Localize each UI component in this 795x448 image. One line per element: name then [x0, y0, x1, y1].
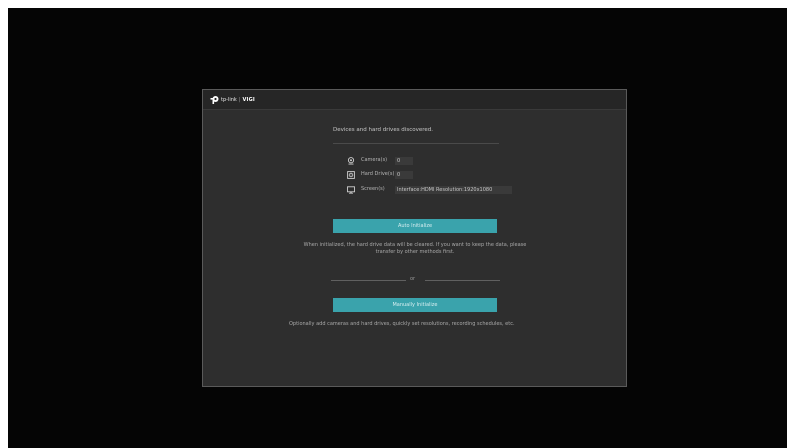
screen-background: tp-link | VIGI Devices and hard drives d… — [8, 8, 787, 448]
tp-link-logo-icon — [210, 96, 219, 104]
brand-company: tp-link — [221, 97, 237, 103]
brand-product: VIGI — [242, 97, 255, 103]
hard-drive-icon — [347, 170, 355, 179]
device-row-cameras: Camera(s) 0 — [347, 156, 413, 165]
separator-line-left — [331, 280, 406, 281]
auto-initialize-button[interactable]: Auto Initialize — [333, 219, 497, 233]
camera-icon — [347, 156, 355, 165]
separator-line-right — [425, 280, 500, 281]
initialization-dialog: tp-link | VIGI Devices and hard drives d… — [202, 89, 627, 387]
dialog-titlebar: tp-link | VIGI — [203, 90, 626, 110]
brand-logo: tp-link | VIGI — [210, 95, 255, 105]
hard-drives-label: Hard Drive(s) — [361, 171, 395, 177]
screens-info: Interface:HDMI Resolution:1920x1080 — [395, 185, 512, 194]
separator-or-text: or — [410, 276, 416, 282]
brand-separator: | — [238, 97, 241, 103]
hard-drives-count: 0 — [395, 170, 413, 179]
dialog-heading: Devices and hard drives discovered. — [333, 127, 433, 133]
auto-initialize-hint: When initialized, the hard drive data wi… — [303, 242, 527, 255]
manually-initialize-button[interactable]: Manually Initialize — [333, 298, 497, 312]
monitor-icon — [347, 185, 355, 194]
screens-label: Screen(s) — [361, 186, 385, 192]
manual-initialize-hint: Optionally add cameras and hard drives, … — [289, 321, 515, 327]
cameras-count: 0 — [395, 156, 413, 165]
device-row-hard-drives: Hard Drive(s) 0 — [347, 170, 413, 179]
cameras-label: Camera(s) — [361, 157, 388, 163]
device-row-screens: Screen(s) Interface:HDMI Resolution:1920… — [347, 185, 512, 194]
heading-divider — [333, 143, 499, 144]
